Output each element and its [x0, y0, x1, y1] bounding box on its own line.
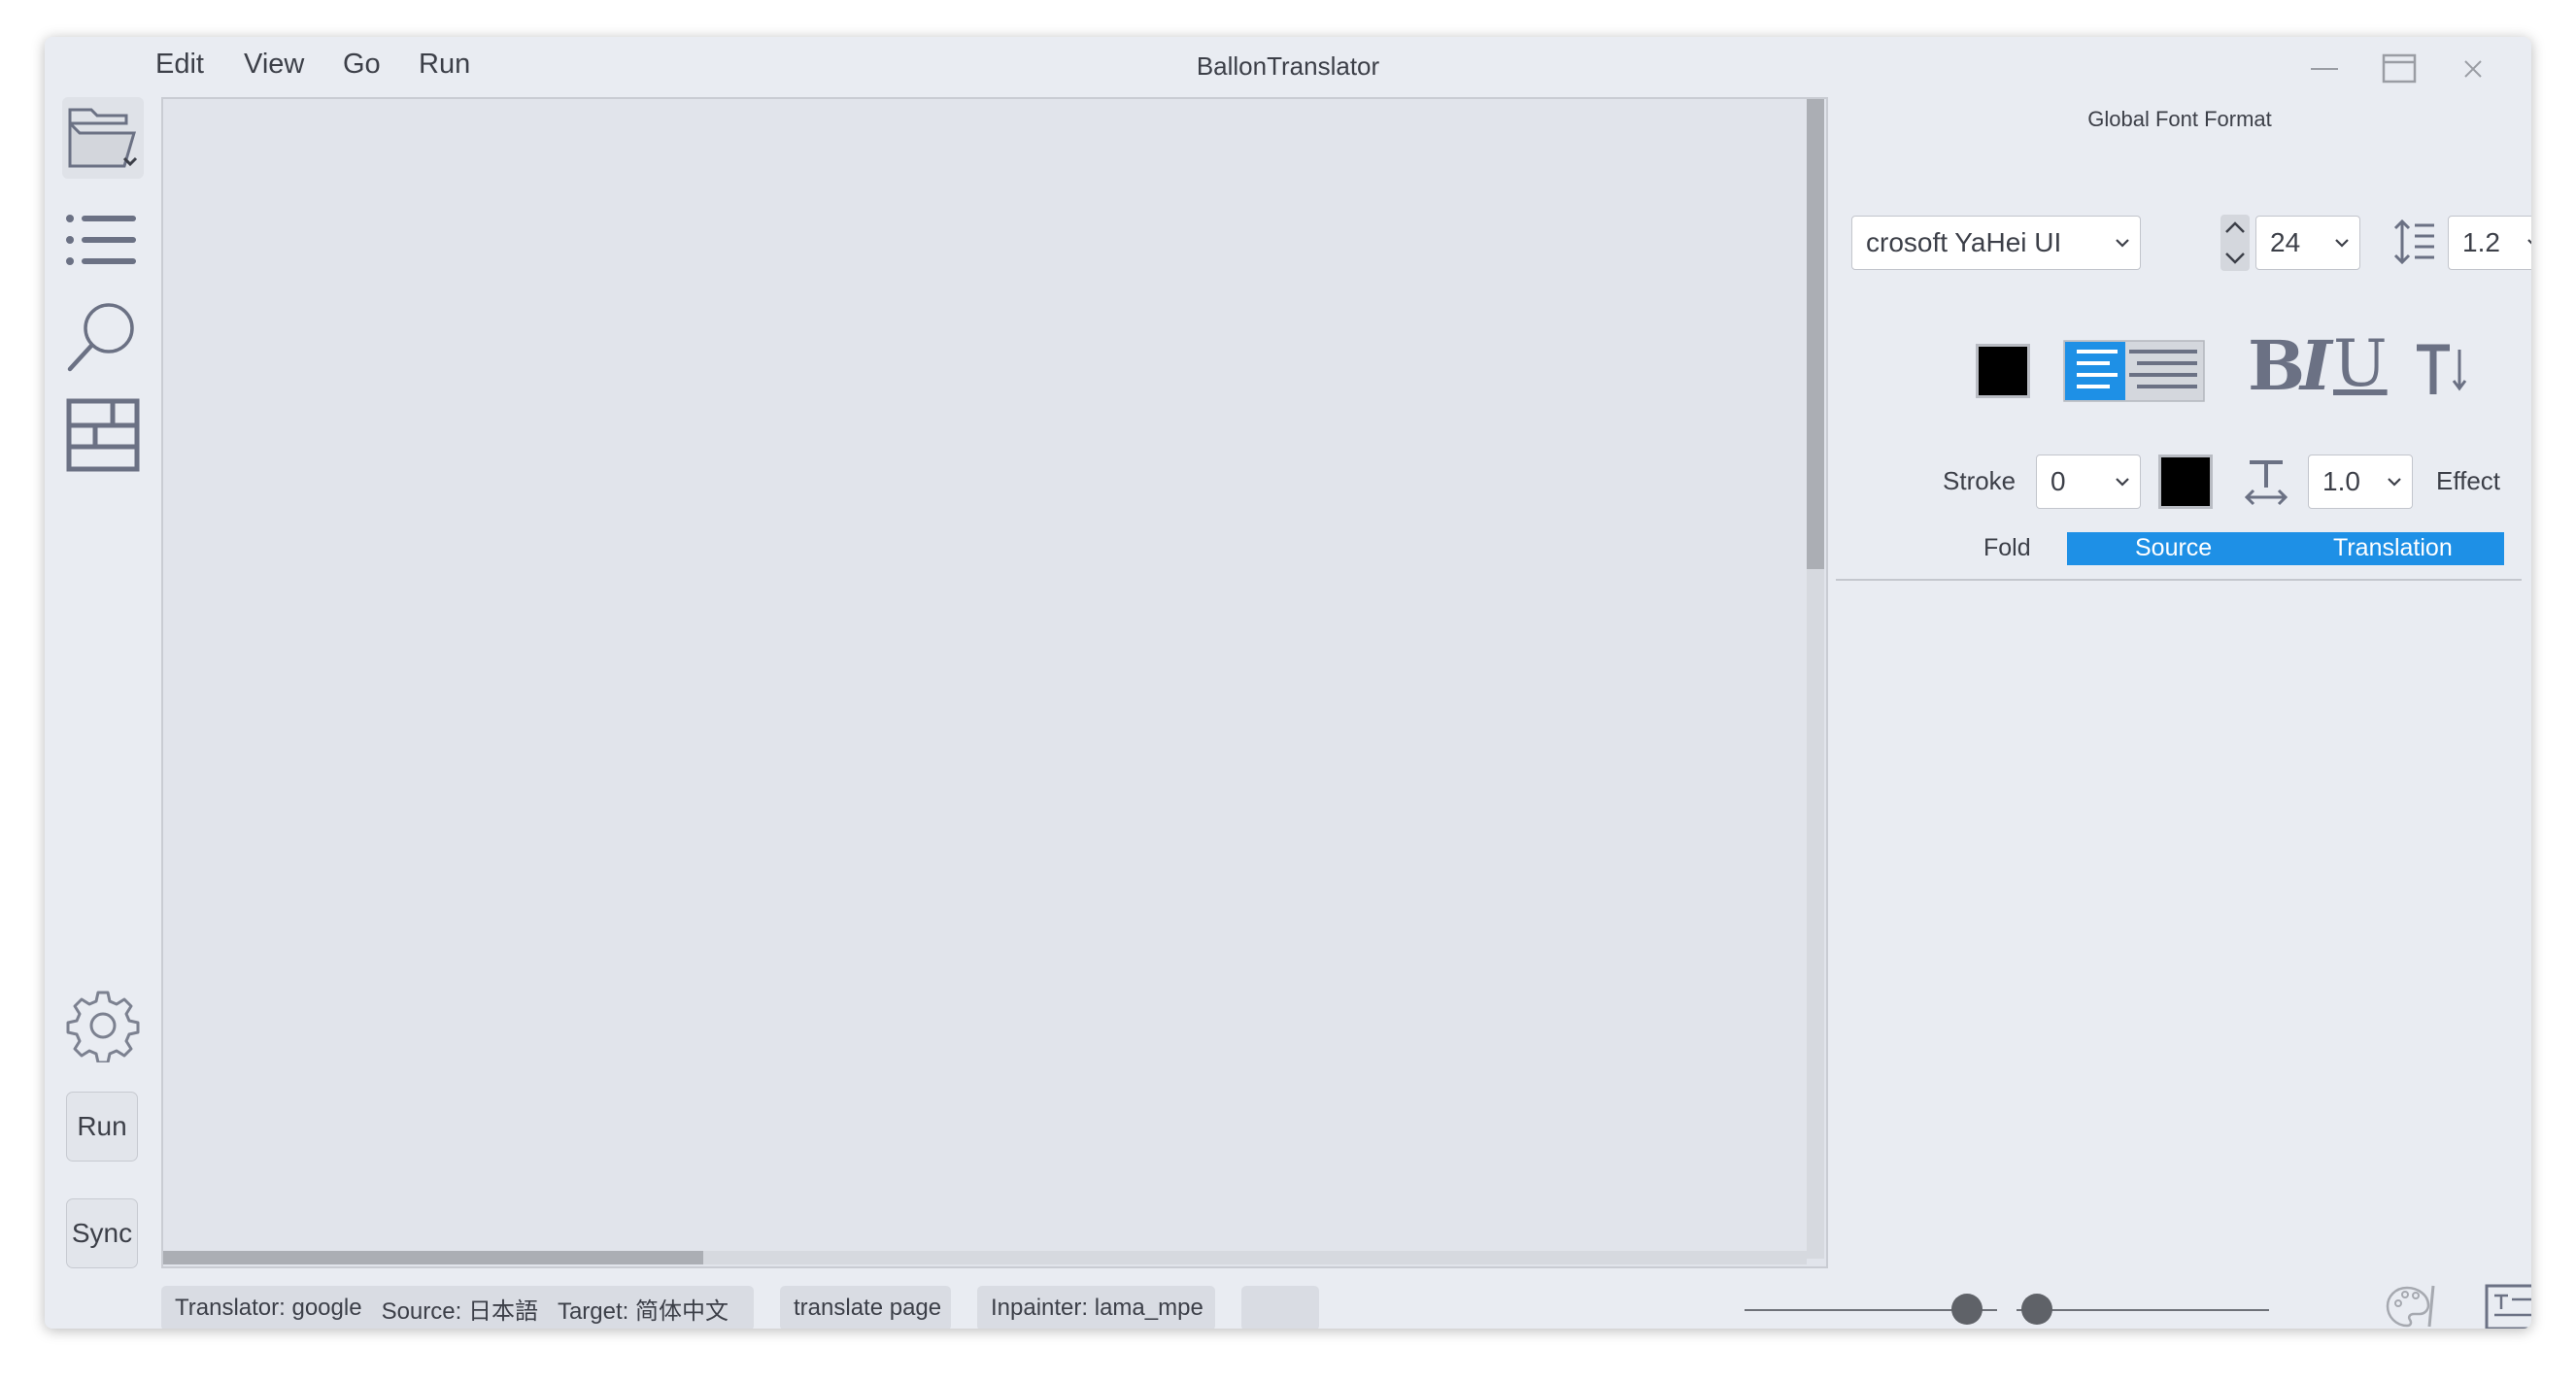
text-box-icon[interactable] [2485, 1284, 2531, 1329]
vertical-scroll-thumb[interactable] [1807, 99, 1824, 569]
line-spacing-icon [2393, 219, 2434, 265]
translator-label: Translator: google [175, 1295, 362, 1321]
vertical-scrollbar[interactable] [1807, 99, 1824, 1259]
open-folder-button[interactable] [62, 97, 144, 179]
line-spacing-select[interactable]: 1.2 [2448, 216, 2531, 270]
slider-knob-right[interactable] [2020, 1294, 2052, 1325]
list-icon [66, 215, 136, 265]
stroke-width-select[interactable]: 0 [2036, 455, 2141, 509]
run-button[interactable]: Run [66, 1092, 138, 1162]
font-size-select[interactable]: 24 [2255, 216, 2360, 270]
font-size-stepper[interactable] [2220, 215, 2250, 271]
font-color-swatch[interactable] [1976, 344, 2030, 398]
chevron-down-icon [2116, 478, 2129, 487]
window-title: BallonTranslator [1196, 51, 1380, 81]
empty-chip[interactable] [1241, 1286, 1319, 1329]
font-size-value: 24 [2270, 227, 2301, 257]
minimize-button[interactable] [2298, 45, 2353, 93]
underline-button[interactable]: U [2333, 332, 2388, 396]
letter-spacing-icon [2244, 460, 2288, 506]
chevron-down-icon [2116, 239, 2129, 248]
chevron-down-icon [2388, 478, 2401, 487]
tabs-divider [1836, 579, 2522, 581]
chevron-down-icon [2335, 239, 2349, 248]
font-family-select[interactable]: crosoft YaHei UI [1851, 216, 2141, 270]
source-language: Source: 日本語 [381, 1297, 538, 1325]
letter-spacing-select[interactable]: 1.0 [2308, 455, 2413, 509]
inpainter-chip[interactable]: Inpainter: lama_mpe [977, 1286, 1215, 1329]
horizontal-scroll-thumb[interactable] [163, 1251, 703, 1264]
alignment-toggle[interactable] [2063, 340, 2205, 402]
line-spacing-value: 1.2 [2462, 227, 2500, 257]
folder-open-icon [68, 108, 138, 168]
tab-source[interactable]: Source [2135, 534, 2212, 562]
stroke-width-value: 0 [2051, 466, 2066, 496]
settings-button[interactable] [62, 985, 144, 1066]
image-canvas[interactable] [161, 97, 1828, 1268]
slider-track-right[interactable] [2017, 1309, 2269, 1311]
panel-title: Global Font Format [2087, 107, 2272, 131]
bold-button[interactable]: B [2248, 332, 2305, 400]
palette-icon[interactable] [2386, 1282, 2438, 1329]
search-icon [67, 303, 134, 372]
horizontal-scrollbar[interactable] [163, 1251, 1807, 1264]
tab-fold[interactable]: Fold [1983, 534, 2031, 562]
status-bar: Translator: google Source: 日本語 Target: 简… [161, 1272, 2531, 1329]
close-button[interactable] [2446, 45, 2500, 93]
font-format-panel: Global Font Format crosoft YaHei UI 24 1… [1828, 97, 2531, 1270]
effect-button[interactable]: Effect [2436, 466, 2500, 496]
tab-translation[interactable]: Translation [2333, 534, 2453, 562]
stroke-label: Stroke [1943, 466, 2017, 495]
stepper-arrows-icon [2225, 221, 2245, 264]
chevron-down-icon [2527, 239, 2531, 245]
align-left-icon [2063, 340, 2205, 402]
italic-button[interactable]: I [2300, 332, 2332, 400]
search-button[interactable] [62, 295, 144, 377]
app-window: Edit View Go Run BallonTranslator Run Sy… [45, 37, 2531, 1329]
target-language: Target: 简体中文 [557, 1297, 729, 1325]
sync-button[interactable]: Sync [66, 1198, 138, 1268]
page-list-button[interactable] [62, 206, 144, 274]
translate-page-button[interactable]: translate page [780, 1286, 951, 1329]
title-bar: Edit View Go Run BallonTranslator [45, 37, 2531, 97]
stroke-color-swatch[interactable] [2158, 455, 2213, 509]
gear-icon [66, 991, 140, 1062]
slider-knob-left[interactable] [1950, 1294, 1983, 1325]
minimize-icon [2311, 68, 2338, 70]
left-sidebar: Run Sync [45, 97, 161, 1329]
vertical-text-icon[interactable] [2415, 340, 2469, 398]
close-icon [2464, 60, 2482, 78]
maximize-button[interactable] [2372, 45, 2426, 93]
translator-config-chip[interactable]: Translator: google Source: 日本語 Target: 简… [161, 1286, 754, 1329]
layout-button[interactable] [62, 394, 144, 476]
letter-spacing-value: 1.0 [2322, 466, 2360, 496]
maximize-icon [2382, 53, 2417, 84]
layout-icon [66, 398, 140, 472]
font-family-value: crosoft YaHei UI [1866, 227, 2062, 257]
